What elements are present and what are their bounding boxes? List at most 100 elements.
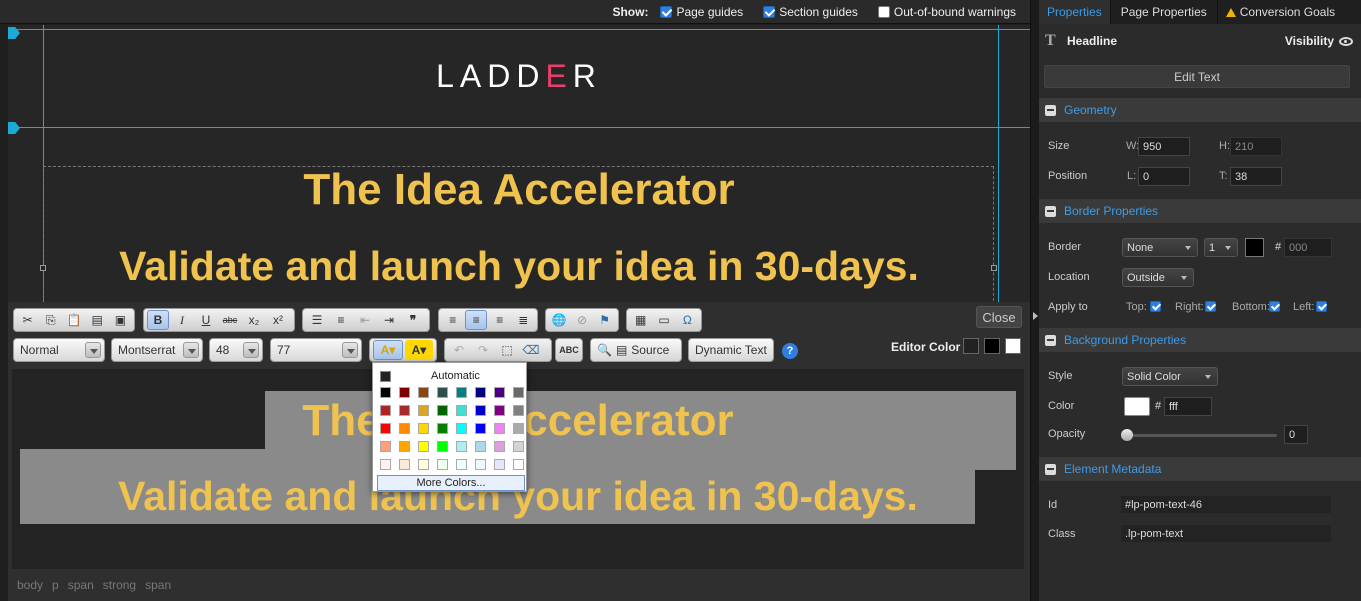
color-swatch[interactable] xyxy=(494,405,505,416)
line-height-select[interactable]: 77 xyxy=(270,338,362,362)
opacity-slider-handle[interactable] xyxy=(1121,429,1133,441)
apply-top-checkbox[interactable] xyxy=(1150,301,1161,312)
border-style-select[interactable]: None xyxy=(1122,238,1198,257)
editor-color-swatch-black[interactable] xyxy=(984,338,1000,354)
color-swatch[interactable] xyxy=(418,387,429,398)
text-color-button[interactable]: A▾ xyxy=(373,340,403,360)
align-left-icon[interactable]: ≡ xyxy=(442,310,463,330)
outdent-icon[interactable]: ⇤ xyxy=(354,310,376,330)
edit-text-button[interactable]: Edit Text xyxy=(1044,65,1350,88)
opacity-input[interactable]: 0 xyxy=(1284,425,1308,444)
border-color-input[interactable]: 000 xyxy=(1284,238,1332,257)
color-swatch[interactable] xyxy=(513,423,524,434)
link-icon[interactable]: 🌐 xyxy=(549,310,570,330)
path-item[interactable]: strong xyxy=(103,578,136,592)
metadata-section-header[interactable]: Element Metadata xyxy=(1039,457,1361,481)
panel-splitter[interactable] xyxy=(1030,0,1039,601)
path-item[interactable]: body xyxy=(17,578,43,592)
paste-text-icon[interactable]: ▤ xyxy=(87,310,108,330)
visibility-toggle[interactable]: Visibility xyxy=(1285,34,1353,48)
blockquote-icon[interactable]: ❞ xyxy=(402,310,424,330)
color-swatch[interactable] xyxy=(437,405,448,416)
cut-icon[interactable]: ✂ xyxy=(17,310,38,330)
spellcheck-icon[interactable]: ABC xyxy=(559,340,579,360)
color-swatch[interactable] xyxy=(437,441,448,452)
dynamic-text-button[interactable]: Dynamic Text xyxy=(688,338,774,362)
italic-button[interactable]: I xyxy=(171,310,193,330)
redo-icon[interactable]: ↷ xyxy=(472,340,494,360)
numbered-list-icon[interactable]: ☰ xyxy=(306,310,328,330)
underline-button[interactable]: U xyxy=(195,310,217,330)
tab-conversion-goals[interactable]: Conversion Goals xyxy=(1218,0,1343,24)
border-section-header[interactable]: Border Properties xyxy=(1039,199,1361,223)
opacity-slider[interactable] xyxy=(1121,429,1277,441)
more-colors-button[interactable]: More Colors... xyxy=(377,475,525,491)
color-swatch[interactable] xyxy=(494,459,505,470)
horizontal-rule-icon[interactable]: ▭ xyxy=(653,310,674,330)
special-char-icon[interactable]: Ω xyxy=(677,310,698,330)
color-swatch[interactable] xyxy=(437,387,448,398)
page-guides-option[interactable]: Page guides xyxy=(660,5,743,19)
align-center-icon[interactable]: ≡ xyxy=(465,310,488,330)
out-of-bound-warnings-option[interactable]: Out-of-bound warnings xyxy=(877,5,1016,19)
color-swatch[interactable] xyxy=(494,441,505,452)
color-swatch[interactable] xyxy=(399,387,410,398)
color-swatch[interactable] xyxy=(380,387,391,398)
color-swatch[interactable] xyxy=(475,387,486,398)
section-guides-option[interactable]: Section guides xyxy=(763,5,858,19)
bg-color-swatch[interactable] xyxy=(1124,397,1150,416)
apply-right-checkbox[interactable] xyxy=(1205,301,1216,312)
color-swatch[interactable] xyxy=(380,441,391,452)
path-item[interactable]: span xyxy=(68,578,94,592)
unlink-icon[interactable]: ⊘ xyxy=(572,310,593,330)
page-guides-checkbox[interactable] xyxy=(660,5,673,18)
select-all-icon[interactable]: ⬚ xyxy=(496,340,518,360)
eraser-icon[interactable]: ⌫ xyxy=(520,340,542,360)
superscript-button[interactable]: x² xyxy=(267,310,289,330)
copy-icon[interactable]: ⎘ xyxy=(40,310,61,330)
help-icon[interactable]: ? xyxy=(782,343,798,359)
close-editor-button[interactable]: Close xyxy=(976,306,1022,328)
color-swatch[interactable] xyxy=(437,423,448,434)
strikethrough-button[interactable]: abc xyxy=(219,310,241,330)
color-swatch[interactable] xyxy=(380,423,391,434)
align-justify-icon[interactable]: ≣ xyxy=(513,310,534,330)
color-swatch[interactable] xyxy=(418,441,429,452)
bulleted-list-icon[interactable]: ≡ xyxy=(330,310,352,330)
color-swatch[interactable] xyxy=(475,441,486,452)
color-swatch[interactable] xyxy=(380,459,391,470)
color-swatch[interactable] xyxy=(418,459,429,470)
color-swatch[interactable] xyxy=(513,459,524,470)
border-width-select[interactable]: 1 xyxy=(1204,238,1238,257)
border-location-select[interactable]: Outside xyxy=(1122,268,1194,287)
paste-icon[interactable]: 📋 xyxy=(63,310,84,330)
table-icon[interactable]: ▦ xyxy=(630,310,651,330)
color-swatch[interactable] xyxy=(513,405,524,416)
top-position-input[interactable]: 38 xyxy=(1230,167,1282,186)
automatic-color-option[interactable]: Automatic xyxy=(380,369,520,383)
section-guides-checkbox[interactable] xyxy=(763,5,776,18)
color-swatch[interactable] xyxy=(437,459,448,470)
color-swatch[interactable] xyxy=(456,423,467,434)
align-right-icon[interactable]: ≡ xyxy=(489,310,510,330)
out-of-bound-warnings-checkbox[interactable] xyxy=(877,5,890,18)
height-input[interactable]: 210 xyxy=(1230,137,1282,156)
color-swatch[interactable] xyxy=(456,405,467,416)
tab-properties[interactable]: Properties xyxy=(1039,0,1111,24)
paste-word-icon[interactable]: ▣ xyxy=(110,310,131,330)
background-color-button[interactable]: A▾ xyxy=(405,340,433,360)
color-swatch[interactable] xyxy=(380,405,391,416)
left-position-input[interactable]: 0 xyxy=(1138,167,1190,186)
editor-color-swatch-white[interactable] xyxy=(1005,338,1021,354)
source-button[interactable]: 🔍 ▤ Source xyxy=(590,338,682,362)
path-item[interactable]: p xyxy=(52,578,59,592)
tab-page-properties[interactable]: Page Properties xyxy=(1111,0,1218,24)
color-swatch[interactable] xyxy=(456,459,467,470)
undo-icon[interactable]: ↶ xyxy=(448,340,470,360)
color-swatch[interactable] xyxy=(513,441,524,452)
color-swatch[interactable] xyxy=(513,387,524,398)
bg-color-input[interactable]: fff xyxy=(1164,397,1212,416)
bold-button[interactable]: B xyxy=(147,310,169,330)
path-item[interactable]: span xyxy=(145,578,171,592)
color-swatch[interactable] xyxy=(399,423,410,434)
